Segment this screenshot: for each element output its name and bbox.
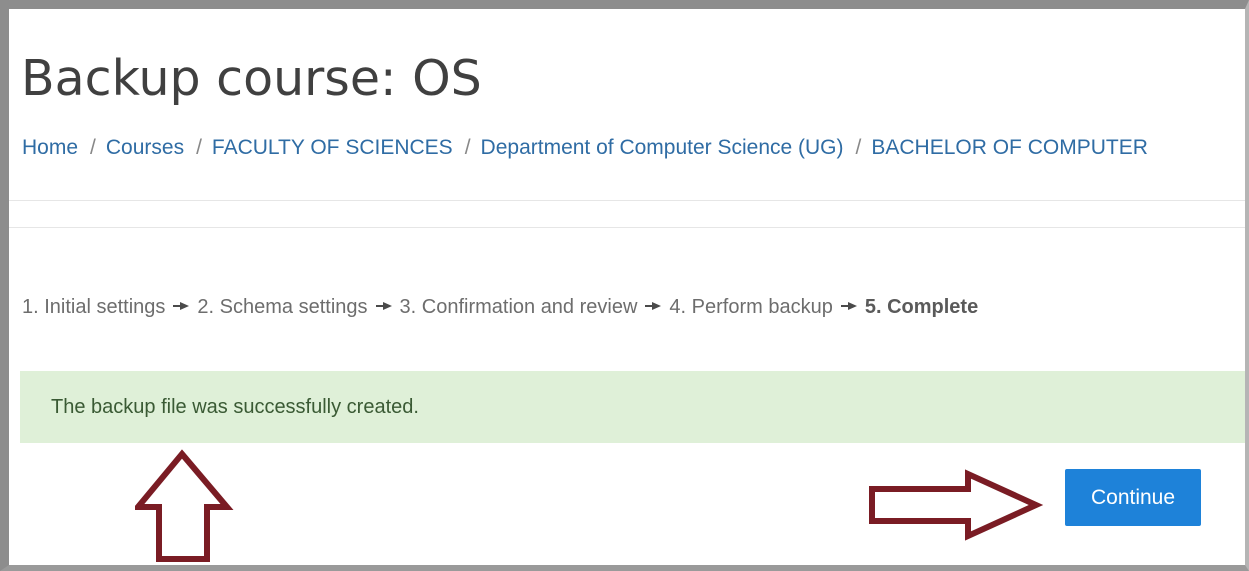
breadcrumb: Home / Courses / FACULTY OF SCIENCES / Departm…: [22, 133, 1148, 163]
continue-button[interactable]: Continue: [1065, 469, 1201, 526]
step-schema-settings: 2. Schema settings: [197, 296, 368, 318]
right-arrow-annotation-icon: [869, 469, 1044, 541]
breadcrumb-separator: /: [196, 136, 202, 159]
breadcrumb-program[interactable]: BACHELOR OF COMPUTER: [871, 136, 1148, 159]
step-arrow-icon: [173, 301, 190, 310]
step-arrow-icon: [375, 301, 392, 310]
step-arrow-icon: [840, 301, 857, 310]
breadcrumb-separator: /: [464, 136, 471, 159]
success-alert: The backup file was successfully created…: [20, 371, 1245, 443]
up-arrow-annotation-icon: [135, 449, 234, 562]
screenshot-frame: Backup course: OS Home / Courses / FACULTY O…: [0, 0, 1249, 571]
breadcrumb-department[interactable]: Department of Computer Science (UG): [481, 136, 844, 159]
success-message: The backup file was successfully created…: [51, 396, 419, 418]
page-title: Backup course: OS: [21, 50, 482, 107]
step-complete: 5. Complete: [864, 296, 979, 318]
page: Backup course: OS Home / Courses / FACULTY O…: [9, 9, 1245, 565]
breadcrumb-separator: /: [90, 136, 96, 159]
breadcrumb-home[interactable]: Home: [22, 136, 78, 159]
step-arrow-icon: [645, 301, 662, 310]
step-perform-backup: 4. Perform backup: [669, 296, 833, 318]
step-initial-settings: 1. Initial settings: [22, 296, 166, 318]
breadcrumb-separator: /: [855, 136, 862, 159]
step-confirmation-review: 3. Confirmation and review: [399, 296, 638, 318]
header-divider: [9, 227, 1245, 228]
breadcrumb-courses[interactable]: Courses: [106, 136, 184, 159]
backup-progress-steps: 1. Initial settings 2. Schema settings 3. …: [22, 292, 978, 322]
breadcrumb-faculty[interactable]: FACULTY OF SCIENCES: [212, 136, 453, 159]
header-divider: [9, 200, 1245, 201]
